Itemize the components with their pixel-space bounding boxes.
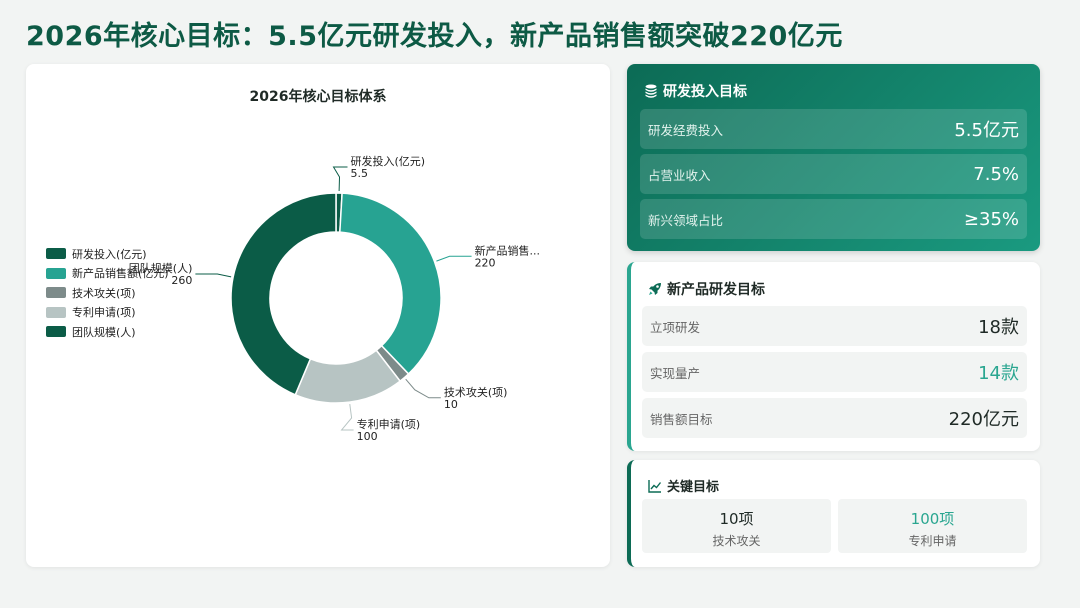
- legend-label: 新产品销售额(亿元): [72, 267, 169, 281]
- key-target-value: 100项: [910, 510, 955, 528]
- rd-investment-card: 研发投入目标 研发经费投入 5.5亿元 占营业收入 7.5% 新兴领域占比 ≥3…: [627, 64, 1040, 251]
- np-row-value: 14款: [978, 363, 1019, 384]
- key-target-patent: 100项 专利申请: [838, 499, 1027, 553]
- key-target-label: 专利申请: [908, 534, 957, 548]
- slice-value-label: 10: [444, 398, 458, 411]
- rocket-icon: [649, 283, 661, 295]
- rd-row-emerging-share: 新兴领域占比 ≥35%: [640, 199, 1027, 239]
- key-targets-card-header: 关键目标: [647, 476, 719, 495]
- slice-value-label: 260: [171, 274, 192, 287]
- legend-item[interactable]: 技术攻关(项): [46, 283, 169, 303]
- line-chart-icon: [648, 479, 662, 493]
- rd-row-label: 研发经费投入: [648, 122, 724, 138]
- rd-card-title: 研发投入目标: [663, 84, 747, 100]
- slice-leader-line: [332, 166, 348, 192]
- rd-row-label: 新兴领域占比: [648, 212, 724, 228]
- rd-row-value: 5.5亿元: [954, 120, 1019, 141]
- key-targets-card: 关键目标 10项 技术攻关 100项 专利申请: [627, 460, 1040, 567]
- legend-label: 专利申请(项): [72, 306, 136, 320]
- legend-item[interactable]: 团队规模(人): [46, 322, 169, 342]
- slice-leader-line: [405, 378, 441, 399]
- new-product-card-title: 新产品研发目标: [667, 282, 765, 298]
- legend-item[interactable]: 专利申请(项): [46, 303, 169, 323]
- legend-item[interactable]: 新产品销售额(亿元): [46, 264, 169, 284]
- rd-row-value: ≥35%: [963, 208, 1019, 230]
- key-target-value: 10项: [719, 510, 754, 528]
- legend-label: 技术攻关(项): [72, 286, 136, 300]
- np-row-value: 18款: [978, 317, 1019, 338]
- rd-row-value: 7.5%: [973, 163, 1019, 185]
- rd-row-funding: 研发经费投入 5.5亿元: [640, 109, 1027, 149]
- new-product-card: 新产品研发目标 立项研发 18款 实现量产 14款 销售额目标 220亿元: [627, 262, 1040, 451]
- rd-card-header: 研发投入目标: [643, 81, 747, 101]
- np-row-projects: 立项研发 18款: [642, 306, 1027, 346]
- donut-chart-card: 2026年核心目标体系 研发投入(亿元) 5.5 新产品销售... 220 技术攻关(项…: [26, 64, 610, 567]
- legend-swatch: [46, 326, 66, 338]
- slice-label: 新产品销售...: [475, 243, 541, 257]
- slice-value-label: 5.5: [351, 167, 369, 180]
- np-row-sales-target: 销售额目标 220亿元: [642, 398, 1027, 438]
- chart-legend: 研发投入(亿元) 新产品销售额(亿元) 技术攻关(项) 专利申请(项) 团队规模…: [46, 244, 169, 342]
- slice-label: 研发投入(亿元): [351, 154, 426, 168]
- np-row-value: 220亿元: [948, 409, 1019, 430]
- np-row-label: 立项研发: [650, 319, 701, 335]
- legend-swatch: [46, 287, 66, 299]
- slice-label: 专利申请(项): [357, 417, 421, 431]
- coins-icon: [645, 84, 657, 98]
- slice-leader-line: [195, 273, 232, 278]
- np-row-label: 实现量产: [650, 365, 701, 381]
- legend-item[interactable]: 研发投入(亿元): [46, 244, 169, 264]
- np-row-mass-production: 实现量产 14款: [642, 352, 1027, 392]
- legend-label: 团队规模(人): [72, 325, 136, 339]
- key-target-label: 技术攻关: [712, 534, 761, 548]
- legend-swatch: [46, 306, 66, 318]
- slice-label: 技术攻关(项): [444, 385, 508, 399]
- slice-leader-line: [436, 255, 472, 262]
- legend-label: 研发投入(亿元): [72, 247, 147, 261]
- np-row-label: 销售额目标: [650, 411, 713, 427]
- rd-row-label: 占营业收入: [648, 167, 711, 183]
- donut-slice[interactable]: [339, 192, 442, 376]
- rd-row-revenue-share: 占营业收入 7.5%: [640, 154, 1027, 194]
- key-targets-card-title: 关键目标: [667, 480, 720, 495]
- legend-swatch: [46, 267, 66, 279]
- slice-value-label: 100: [357, 430, 378, 443]
- page-title: 2026年核心目标：5.5亿元研发投入，新产品销售额突破220亿元: [26, 21, 843, 52]
- legend-swatch: [46, 248, 66, 260]
- slice-leader-line: [340, 404, 354, 431]
- slice-value-label: 220: [475, 256, 496, 269]
- key-target-tech: 10项 技术攻关: [642, 499, 831, 553]
- new-product-card-header: 新产品研发目标: [647, 279, 765, 299]
